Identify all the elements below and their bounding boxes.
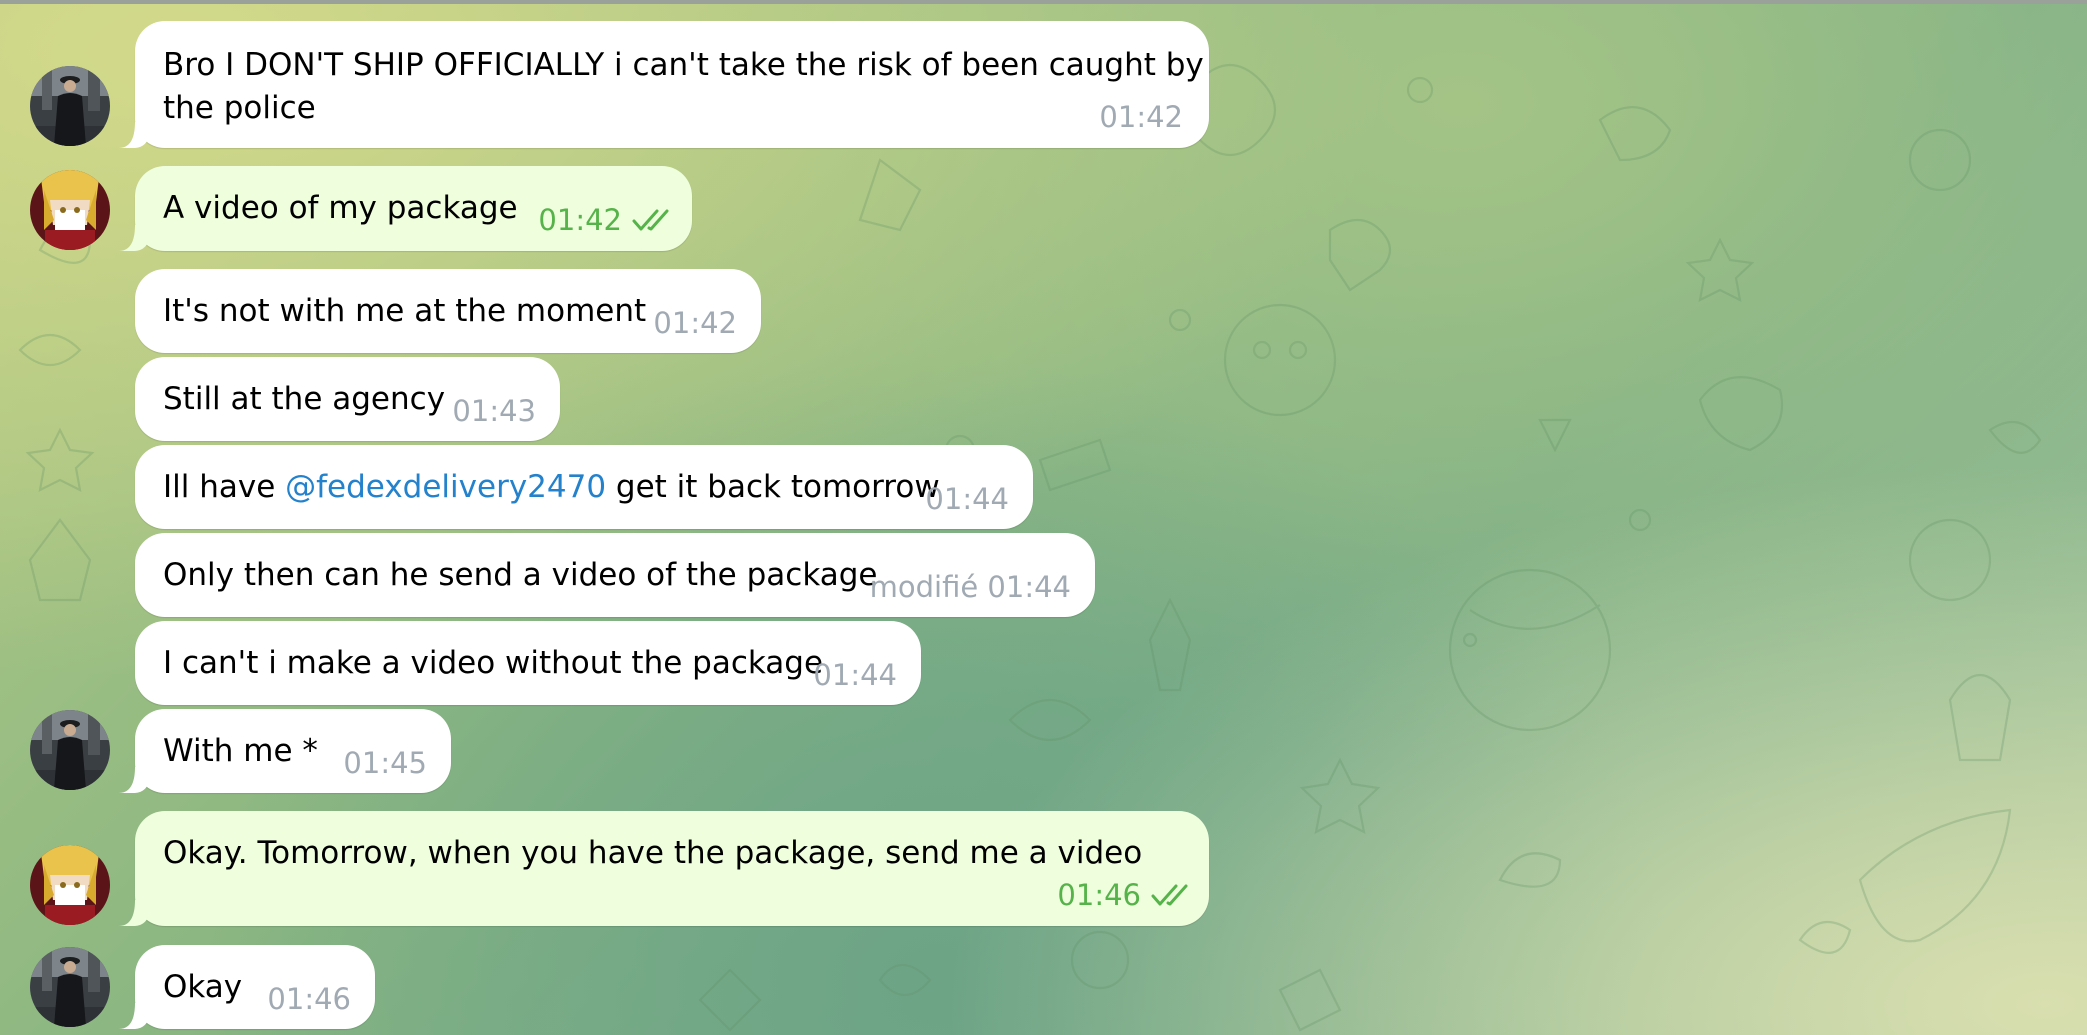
double-check-icon: [1151, 879, 1193, 915]
message-bubble[interactable]: I can't i make a video without the packa…: [135, 621, 921, 705]
message-time: 01:44: [813, 658, 897, 692]
message-edited-time: modifié 01:44: [869, 570, 1071, 604]
message-bubble[interactable]: A video of my package 01:42: [135, 166, 692, 251]
anime-blond-avatar[interactable]: [30, 845, 110, 925]
message-text: It's not with me at the moment: [163, 293, 647, 329]
message-time: 01:42: [1099, 100, 1183, 134]
message-text-before: Ill have: [163, 469, 286, 505]
message-bubble[interactable]: Still at the agency 01:43: [135, 357, 560, 441]
message-time: 01:42: [653, 306, 737, 340]
dark-coat-man-avatar[interactable]: [30, 947, 110, 1027]
message-text: Still at the agency: [163, 381, 446, 417]
message-bubble[interactable]: Ill have @fedexdelivery2470 get it back …: [135, 445, 1033, 529]
message-bubble[interactable]: Bro I DON'T SHIP OFFICIALLY i can't take…: [135, 21, 1209, 148]
message-meta: 01:42: [538, 202, 674, 240]
message-bubble[interactable]: Only then can he send a video of the pac…: [135, 533, 1095, 617]
message-text-line-2: the police: [163, 90, 316, 126]
user-mention-link[interactable]: @fedexdelivery2470: [285, 469, 606, 505]
message-time: 01:44: [925, 482, 1009, 516]
dark-coat-man-avatar[interactable]: [30, 710, 110, 790]
message-time: 01:43: [452, 394, 536, 428]
message-bubble[interactable]: It's not with me at the moment 01:42: [135, 269, 761, 353]
message-text-after: get it back tomorrow: [606, 469, 940, 505]
message-text-line-1: Bro I DON'T SHIP OFFICIALLY i can't take…: [163, 47, 1204, 83]
message-text: Only then can he send a video of the pac…: [163, 557, 878, 593]
message-text: I can't i make a video without the packa…: [163, 645, 824, 681]
message-time: 01:45: [343, 746, 427, 780]
message-text: Ill have @fedexdelivery2470 get it back …: [163, 465, 940, 509]
message-time: 01:46: [267, 982, 351, 1016]
message-time: 01:42: [538, 203, 622, 237]
message-text: Okay: [163, 969, 243, 1005]
double-check-icon: [632, 204, 674, 240]
message-text: A video of my package: [163, 190, 518, 226]
message-bubble[interactable]: With me * 01:45: [135, 709, 451, 793]
message-bubble[interactable]: Okay 01:46: [135, 945, 375, 1029]
message-time: 01:46: [1057, 878, 1141, 912]
message-text: Okay. Tomorrow, when you have the packag…: [163, 835, 1143, 871]
message-text: With me *: [163, 733, 318, 769]
top-divider: [0, 0, 2087, 4]
message-meta: 01:46: [1057, 877, 1193, 915]
message-bubble[interactable]: Okay. Tomorrow, when you have the packag…: [135, 811, 1209, 926]
dark-coat-man-avatar[interactable]: [30, 66, 110, 146]
anime-blond-avatar[interactable]: [30, 170, 110, 250]
